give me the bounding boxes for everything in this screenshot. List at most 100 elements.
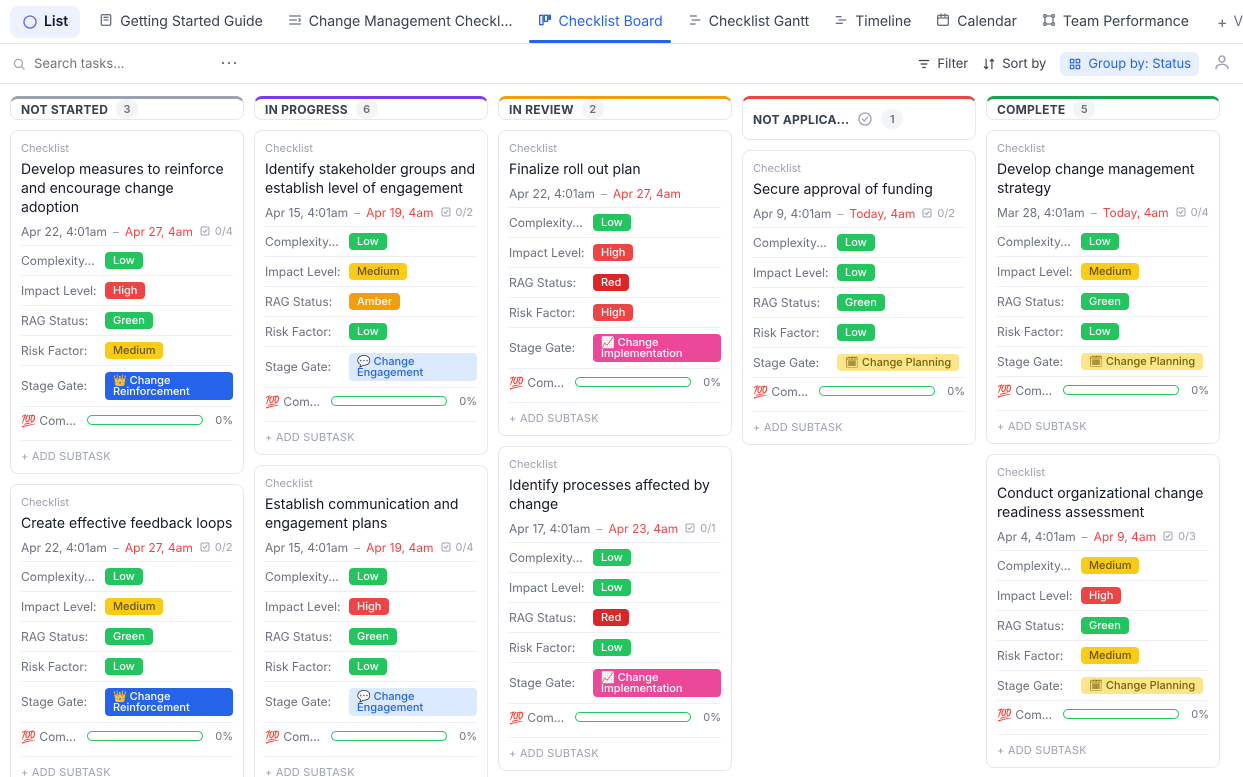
end-date: Apr 9, 4am [1094, 529, 1157, 544]
groupby-button[interactable]: Group by: Status [1060, 52, 1199, 76]
column-count: 3 [116, 99, 138, 119]
impact-badge: High [105, 282, 145, 299]
risk-badge: Medium [105, 342, 163, 359]
completion-label: 💯 Complet... [753, 384, 813, 399]
start-date: Apr 15, 4:01am [265, 205, 348, 220]
tab-label: Getting Started Guide [120, 13, 263, 30]
risk-badge: High [593, 304, 633, 321]
start-date: Apr 17, 4:01am [509, 521, 590, 536]
field-label: Complexity... [21, 569, 99, 584]
end-date: Today, 4am [849, 206, 915, 221]
impact-badge: Low [593, 579, 631, 596]
risk-badge: Low [105, 658, 143, 675]
add-subtask-button[interactable]: ADD SUBTASK [997, 410, 1209, 437]
task-card[interactable]: Checklist Identify processes affected by… [498, 446, 732, 771]
tab-icon [287, 12, 303, 32]
field-label: RAG Status: [509, 275, 587, 290]
progress-percent: 0% [209, 729, 233, 743]
subtask-count: 0/2 [199, 540, 233, 554]
more-menu-icon[interactable]: ⋯ [220, 53, 238, 74]
add-subtask-button[interactable]: ADD SUBTASK [265, 756, 477, 777]
task-card[interactable]: Checklist Develop change management stra… [986, 130, 1220, 444]
field-label: Impact Level: [509, 245, 587, 260]
kanban-column: COMPLETE5 Checklist Develop change manag… [986, 96, 1220, 765]
complexity-badge: Low [593, 549, 631, 566]
start-date: Apr 22, 4:01am [509, 186, 595, 201]
start-date: Apr 22, 4:01am [21, 540, 107, 555]
progress-bar [575, 712, 691, 722]
task-card[interactable]: Checklist Secure approval of funding Apr… [742, 150, 976, 445]
tab-view[interactable]: Team Performance [1029, 2, 1201, 42]
end-date: Apr 27, 4am [613, 186, 681, 201]
card-breadcrumb: Checklist [21, 141, 233, 155]
tab-view[interactable]: Change Management Checkl... [275, 2, 525, 42]
add-subtask-button[interactable]: ADD SUBTASK [509, 737, 721, 764]
card-title: Identify stakeholder groups and establis… [265, 161, 477, 199]
add-view-button[interactable]: + View [1217, 13, 1243, 30]
end-date: Apr 19, 4am [366, 205, 433, 220]
column-header[interactable]: NOT STARTED3 [10, 96, 244, 120]
card-breadcrumb: Checklist [265, 141, 477, 155]
field-label: Risk Factor: [997, 648, 1075, 663]
add-subtask-button[interactable]: ADD SUBTASK [509, 402, 721, 429]
completion-label: 💯 Complet... [509, 375, 569, 390]
rag-badge: Amber [349, 293, 400, 310]
add-subtask-button[interactable]: ADD SUBTASK [21, 756, 233, 777]
column-count: 5 [1073, 99, 1095, 119]
sort-button[interactable]: Sort by [982, 56, 1046, 72]
tab-label: Calendar [957, 13, 1017, 30]
task-card[interactable]: Checklist Conduct organizational change … [986, 454, 1220, 768]
risk-badge: Low [837, 324, 875, 341]
tab-view[interactable]: Getting Started Guide [86, 2, 275, 42]
complexity-badge: Medium [1081, 557, 1139, 574]
add-subtask-button[interactable]: ADD SUBTASK [753, 411, 965, 438]
rag-badge: Green [105, 628, 153, 645]
column-header[interactable]: IN PROGRESS 6 [254, 96, 488, 120]
end-date: Apr 19, 4am [366, 540, 433, 555]
stage-badge: 📈 Change Implementation [593, 669, 721, 697]
task-card[interactable]: Checklist Create effective feedback loop… [10, 484, 244, 777]
task-card[interactable]: Checklist Establish communication and en… [254, 465, 488, 777]
tab-list[interactable]: List [10, 6, 80, 38]
search[interactable] [12, 55, 212, 73]
field-label: Risk Factor: [265, 324, 343, 339]
column-header[interactable]: IN REVIEW2 [498, 96, 732, 120]
end-date: Apr 27, 4am [125, 224, 193, 239]
progress-bar [819, 386, 935, 396]
card-dates: Apr 22, 4:01am – Apr 27, 4am 0/2 [21, 540, 233, 555]
tab-view[interactable]: Checklist Gantt [675, 2, 821, 42]
subtask-count: 0/4 [1175, 205, 1209, 219]
add-subtask-button[interactable]: ADD SUBTASK [997, 734, 1209, 761]
column-header[interactable]: COMPLETE5 [986, 96, 1220, 120]
search-input[interactable] [32, 55, 212, 73]
kanban-board: NOT STARTED3 Checklist Develop measures … [0, 84, 1243, 777]
rag-badge: Green [1081, 293, 1129, 310]
add-subtask-button[interactable]: ADD SUBTASK [265, 421, 477, 448]
card-title: Create effective feedback loops [21, 515, 233, 534]
column-count: 6 [356, 99, 378, 119]
stage-badge: 🗓 Change Planning [837, 354, 959, 371]
field-label: Complexity... [509, 215, 587, 230]
filter-button[interactable]: Filter [917, 56, 968, 72]
impact-badge: Medium [105, 598, 163, 615]
progress-percent: 0% [453, 394, 477, 408]
completion-label: 💯 Complet... [997, 383, 1057, 398]
tab-view[interactable]: Timeline [821, 2, 923, 42]
task-card[interactable]: Checklist Develop measures to reinforce … [10, 130, 244, 474]
complexity-badge: Low [593, 214, 631, 231]
task-card[interactable]: Checklist Finalize roll out plan Apr 22,… [498, 130, 732, 436]
tab-list-label: List [44, 13, 68, 30]
task-card[interactable]: Checklist Identify stakeholder groups an… [254, 130, 488, 455]
add-subtask-button[interactable]: ADD SUBTASK [21, 440, 233, 467]
tab-icon [1041, 12, 1057, 32]
field-label: Complexity... [21, 253, 99, 268]
subtask-count: 0/2 [440, 205, 474, 219]
tab-view[interactable]: Checklist Board [525, 2, 675, 42]
field-label: RAG Status: [997, 618, 1075, 633]
tab-view[interactable]: Calendar [923, 2, 1029, 42]
assignee-icon[interactable] [1213, 53, 1231, 75]
card-title: Develop change management strategy [997, 161, 1209, 199]
field-label: RAG Status: [997, 294, 1075, 309]
column-header[interactable]: NOT APPLICA...1 [742, 96, 976, 140]
column-title: IN PROGRESS [265, 102, 348, 117]
